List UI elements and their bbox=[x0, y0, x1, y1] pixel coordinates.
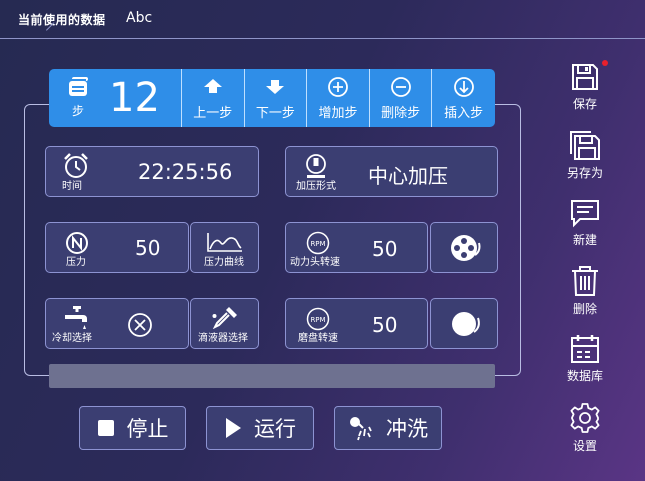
press-mode-field[interactable]: 加压形式 中心加压 bbox=[285, 146, 498, 197]
head-speed-field[interactable]: RPM 动力头转速 50 bbox=[285, 222, 428, 273]
time-caption: 时间 bbox=[62, 181, 82, 192]
time-value: 22:25:56 bbox=[138, 160, 233, 184]
play-icon bbox=[226, 418, 241, 438]
faucet-icon bbox=[65, 306, 87, 329]
pressure-value: 50 bbox=[135, 236, 161, 260]
delete-button[interactable]: 删除 bbox=[556, 265, 614, 317]
database-label: 数据库 bbox=[566, 369, 603, 383]
add-step-button[interactable]: 增加步 bbox=[307, 69, 370, 127]
gear-icon bbox=[570, 403, 600, 433]
next-step-label: 下一步 bbox=[255, 106, 295, 121]
head-rotation-button[interactable] bbox=[430, 222, 498, 273]
delete-step-button[interactable]: 删除步 bbox=[370, 69, 433, 127]
save-button[interactable]: 保存 bbox=[556, 62, 614, 112]
svg-text:RPM: RPM bbox=[310, 240, 325, 248]
stop-icon bbox=[97, 420, 114, 436]
steps-icon bbox=[67, 77, 89, 97]
settings-button[interactable]: 设置 bbox=[556, 402, 614, 454]
new-label: 新建 bbox=[572, 233, 597, 247]
disc-speed-field[interactable]: RPM 磨盘转速 50 bbox=[285, 298, 428, 349]
pressure-caption: 压力 bbox=[66, 257, 86, 268]
stop-label: 停止 bbox=[126, 417, 169, 441]
cooling-field[interactable]: 冷却选择 bbox=[45, 298, 189, 349]
insert-step-button[interactable]: 插入步 bbox=[432, 69, 495, 127]
trash-icon bbox=[572, 266, 598, 296]
prev-step-button[interactable]: 上一步 bbox=[182, 69, 245, 127]
step-label: 步 bbox=[71, 104, 84, 118]
svg-text:RPM: RPM bbox=[310, 316, 325, 324]
time-field[interactable]: 时间 22:25:56 bbox=[45, 146, 259, 197]
disc-speed-value: 50 bbox=[372, 313, 398, 337]
floppy-icon bbox=[572, 64, 598, 90]
head-speed-caption: 动力头转速 bbox=[290, 257, 340, 268]
dropper-caption: 滴液器选择 bbox=[198, 333, 248, 344]
current-data-value: Abc bbox=[126, 10, 153, 26]
pressure-field[interactable]: 压力 50 bbox=[45, 222, 189, 273]
save-as-button[interactable]: 另存为 bbox=[556, 129, 614, 181]
rinse-button[interactable]: 冲洗 bbox=[334, 406, 442, 450]
pressure-curve-caption: 压力曲线 bbox=[204, 257, 244, 268]
arrow-down-circle-icon bbox=[453, 77, 474, 97]
settings-label: 设置 bbox=[572, 439, 597, 453]
cooling-caption: 冷却选择 bbox=[52, 333, 92, 344]
plus-circle-icon bbox=[328, 77, 348, 97]
current-data-label: 当前使用的数据 bbox=[18, 13, 106, 27]
insert-step-label: 插入步 bbox=[444, 106, 484, 121]
next-step-button[interactable]: 下一步 bbox=[245, 69, 308, 127]
disc-speed-caption: 磨盘转速 bbox=[298, 333, 338, 344]
rpm-icon: RPM bbox=[306, 307, 330, 331]
rpm-icon: RPM bbox=[306, 231, 330, 255]
header-divider bbox=[0, 38, 645, 39]
database-button[interactable]: 数据库 bbox=[556, 334, 614, 384]
dropper-field[interactable]: 滴液器选择 bbox=[190, 298, 259, 349]
pressure-curve-button[interactable]: 压力曲线 bbox=[190, 222, 259, 273]
progress-bar bbox=[49, 364, 495, 388]
step-number: 12 bbox=[109, 75, 160, 121]
rinse-label: 冲洗 bbox=[386, 417, 428, 441]
n-circle-icon bbox=[66, 232, 88, 254]
step-counter[interactable]: 步 12 bbox=[49, 69, 182, 127]
arrow-up-icon bbox=[203, 79, 222, 93]
new-button[interactable]: 新建 bbox=[556, 198, 614, 248]
film-reel-icon bbox=[451, 235, 481, 261]
save-label: 保存 bbox=[572, 97, 597, 111]
step-toolbar: 步 12 上一步 下一步 增加步 删除步 插入步 bbox=[49, 69, 495, 127]
minus-circle-icon bbox=[390, 77, 411, 97]
database-icon bbox=[571, 335, 599, 363]
floppy-multi-icon bbox=[570, 131, 600, 160]
arrow-down-icon bbox=[266, 80, 285, 94]
run-label: 运行 bbox=[254, 417, 296, 441]
alarm-clock-icon bbox=[64, 153, 88, 178]
shower-icon bbox=[350, 417, 372, 441]
prev-step-label: 上一步 bbox=[193, 106, 233, 121]
add-step-label: 增加步 bbox=[318, 106, 358, 121]
press-mode-value: 中心加压 bbox=[368, 164, 448, 188]
x-circle-icon bbox=[128, 313, 152, 337]
dropper-icon bbox=[212, 307, 237, 329]
stop-button[interactable]: 停止 bbox=[79, 406, 186, 450]
disc-rotation-button[interactable] bbox=[430, 298, 498, 349]
press-mode-caption: 加压形式 bbox=[296, 181, 336, 192]
delete-label: 删除 bbox=[572, 302, 597, 316]
message-icon bbox=[571, 200, 599, 228]
delete-step-label: 删除步 bbox=[381, 106, 421, 121]
save-as-label: 另存为 bbox=[566, 166, 603, 180]
head-speed-value: 50 bbox=[372, 237, 398, 261]
press-icon bbox=[306, 154, 326, 178]
run-button[interactable]: 运行 bbox=[206, 406, 314, 450]
disc-rotate-icon bbox=[452, 312, 480, 336]
curve-icon bbox=[207, 233, 242, 252]
